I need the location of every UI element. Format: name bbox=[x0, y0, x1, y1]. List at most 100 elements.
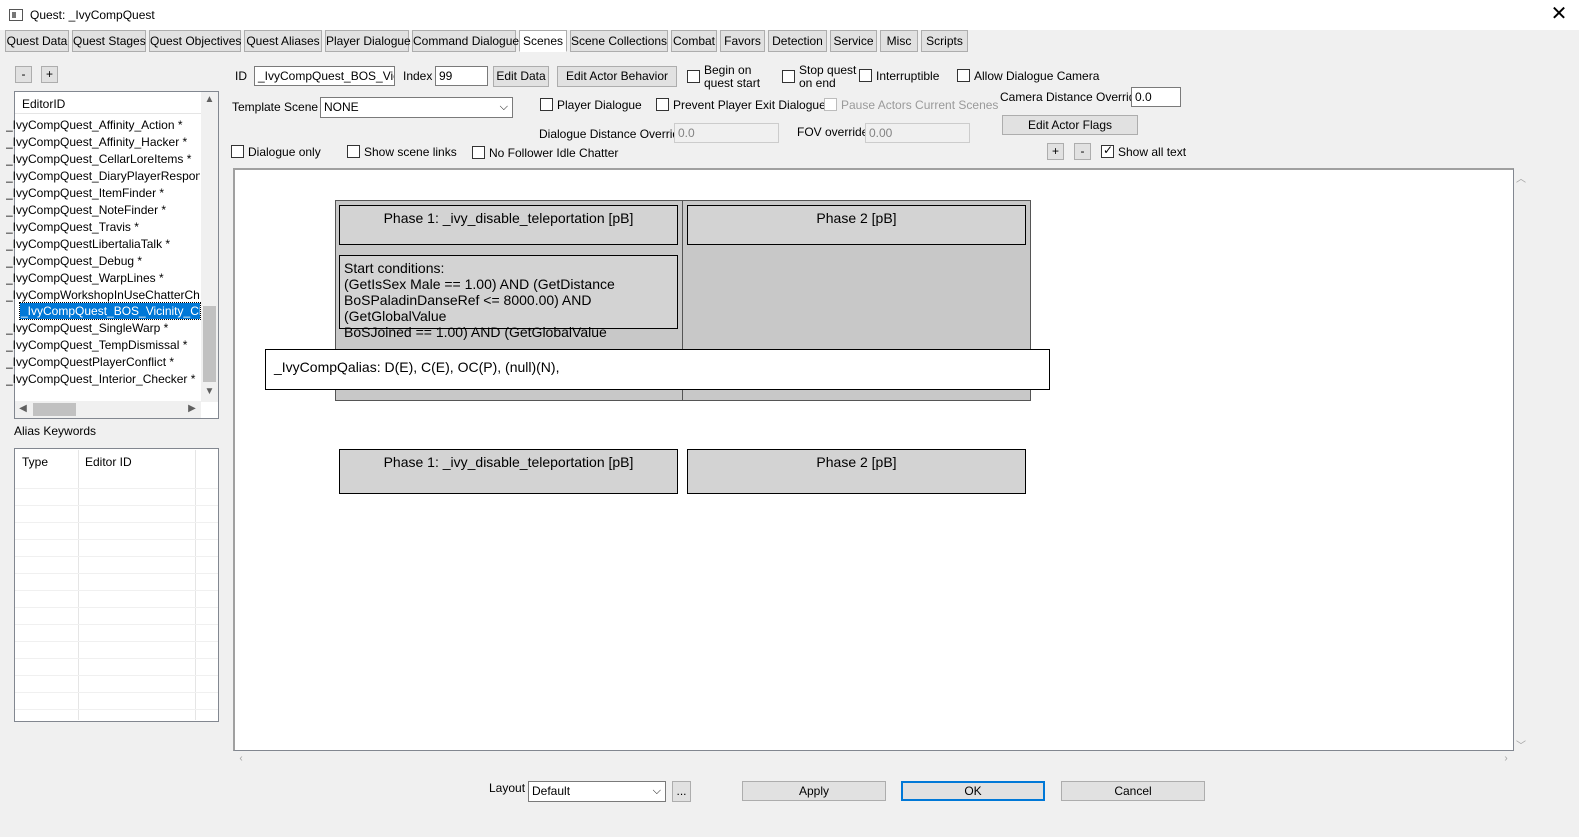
show-all-text-checkbox[interactable] bbox=[1101, 143, 1114, 158]
list-item[interactable]: _IvyCompQuest_CellarLoreItems * bbox=[6, 151, 200, 167]
list-item[interactable]: _IvyCompQuest_TempDismissal * bbox=[6, 337, 200, 353]
canvas-scroll-down-icon[interactable]: ﹀ bbox=[1515, 737, 1527, 752]
dialogue-only-checkbox[interactable] bbox=[231, 145, 244, 158]
layout-label: Layout bbox=[489, 781, 526, 795]
template-scene-label: Template Scene bbox=[232, 100, 319, 114]
camera-distance-input[interactable]: 0.0 bbox=[1131, 87, 1181, 107]
title-bar bbox=[0, 0, 1579, 30]
camera-distance-label: Camera Distance Override bbox=[1000, 90, 1143, 104]
list-item[interactable]: _IvyCompQuest_Debug * bbox=[6, 253, 200, 269]
add-scene-button[interactable]: + bbox=[41, 66, 58, 83]
list-item[interactable]: _IvyCompQuest_Interior_Checker * bbox=[6, 371, 200, 387]
tab-quest-aliases[interactable]: Quest Aliases bbox=[244, 30, 322, 52]
tab-scene-collections[interactable]: Scene Collections bbox=[570, 30, 668, 52]
list-vertical-scroll-thumb[interactable] bbox=[203, 306, 216, 382]
tab-scripts[interactable]: Scripts bbox=[921, 30, 968, 52]
template-scene-select[interactable]: NONE ⌵ bbox=[320, 97, 513, 118]
remove-scene-button[interactable]: - bbox=[15, 66, 32, 83]
column-header-type[interactable]: Type bbox=[22, 455, 48, 469]
stop-quest-on-end-checkbox[interactable] bbox=[782, 70, 795, 83]
no-follower-idle-label: No Follower Idle Chatter bbox=[489, 146, 619, 160]
tab-command-dialogue[interactable]: Command Dialogue bbox=[412, 30, 519, 52]
edit-data-button[interactable]: Edit Data bbox=[493, 66, 549, 87]
canvas-scroll-left-icon[interactable]: ‹ bbox=[235, 753, 247, 764]
list-item[interactable]: _IvyCompQuest_SingleWarp * bbox=[6, 320, 200, 336]
tab-detection[interactable]: Detection bbox=[768, 30, 827, 52]
show-all-text-label: Show all text bbox=[1118, 145, 1187, 159]
alias-popup: _IvyCompQalias: D(E), C(E), OC(P), (null… bbox=[265, 349, 1050, 390]
layout-select[interactable]: Default ⌵ bbox=[528, 781, 666, 802]
begin-on-quest-start-label: Begin on quest start bbox=[704, 63, 761, 90]
canvas-scroll-right-icon[interactable]: › bbox=[1500, 753, 1512, 764]
start-conditions-line: BoSJoined == 1.00) AND (GetGlobalValue bbox=[344, 324, 607, 340]
window-title: Quest: _IvyCompQuest bbox=[30, 8, 155, 22]
close-icon[interactable]: ✕ bbox=[1548, 3, 1570, 25]
scroll-right-icon[interactable]: ▶ bbox=[186, 403, 198, 414]
scroll-down-icon[interactable]: ▼ bbox=[201, 386, 218, 397]
no-follower-idle-checkbox[interactable] bbox=[472, 146, 485, 159]
edit-actor-flags-button[interactable]: Edit Actor Flags bbox=[1002, 115, 1138, 135]
tab-quest-stages[interactable]: Quest Stages bbox=[72, 30, 146, 52]
prevent-player-exit-checkbox[interactable] bbox=[656, 98, 669, 111]
column-header-editor-id[interactable]: Editor ID bbox=[85, 455, 132, 469]
phase-2-header-lower[interactable]: Phase 2 [pB] bbox=[687, 449, 1026, 494]
edit-actor-behavior-button[interactable]: Edit Actor Behavior bbox=[557, 66, 677, 87]
tab-combat[interactable]: Combat bbox=[671, 30, 717, 52]
template-scene-value: NONE bbox=[324, 100, 359, 114]
stop-quest-on-end-label: Stop quest on end bbox=[799, 63, 857, 90]
phase-1-header-lower[interactable]: Phase 1: _ivy_disable_teleportation [pB] bbox=[339, 449, 678, 494]
list-item[interactable]: _IvyCompQuest_DiaryPlayerResponse bbox=[6, 168, 200, 184]
tab-misc[interactable]: Misc bbox=[880, 30, 918, 52]
list-item[interactable]: _IvyCompQuest_NoteFinder * bbox=[6, 202, 200, 218]
tab-favors[interactable]: Favors bbox=[720, 30, 765, 52]
interruptible-checkbox[interactable] bbox=[859, 69, 872, 82]
dialogue-only-label: Dialogue only bbox=[248, 145, 321, 159]
dialogue-distance-input[interactable]: 0.0 bbox=[674, 123, 779, 143]
tab-scenes[interactable]: Scenes bbox=[519, 30, 567, 52]
cancel-button[interactable]: Cancel bbox=[1061, 781, 1205, 801]
id-input[interactable]: _IvyCompQuest_BOS_Vicinity_Check bbox=[254, 66, 395, 86]
begin-on-quest-start-checkbox[interactable] bbox=[687, 70, 700, 83]
phase-1-header[interactable]: Phase 1: _ivy_disable_teleportation [pB] bbox=[339, 205, 678, 245]
list-item[interactable]: _IvyCompQuest_Affinity_Action * bbox=[6, 117, 200, 133]
list-item[interactable]: _IvyCompQuest_Affinity_Hacker * bbox=[6, 134, 200, 150]
tab-quest-objectives[interactable]: Quest Objectives bbox=[149, 30, 241, 52]
id-label: ID bbox=[235, 69, 247, 83]
list-item-selected[interactable]: _IvyCompQuest_BOS_Vicinity_Check bbox=[19, 302, 201, 320]
list-item[interactable]: _IvyCompQuest_WarpLines * bbox=[6, 270, 200, 286]
list-item[interactable]: _IvyCompWorkshopInUseChatterChec bbox=[6, 287, 200, 303]
scroll-up-icon[interactable]: ▲ bbox=[201, 94, 218, 105]
zoom-out-button[interactable]: - bbox=[1074, 143, 1091, 160]
phase-2-header[interactable]: Phase 2 [pB] bbox=[687, 205, 1026, 245]
start-conditions-line: Start conditions: bbox=[344, 260, 445, 276]
apply-button[interactable]: Apply bbox=[742, 781, 886, 801]
ok-button[interactable]: OK bbox=[901, 781, 1045, 801]
layout-value: Default bbox=[532, 784, 571, 798]
list-item[interactable]: _IvyCompQuest_Travis * bbox=[6, 219, 200, 235]
zoom-in-button[interactable]: + bbox=[1047, 143, 1064, 160]
tab-player-dialogue[interactable]: Player Dialogue bbox=[325, 30, 411, 52]
pause-actors-checkbox[interactable] bbox=[824, 98, 837, 111]
list-item[interactable]: _IvyCompQuestPlayerConflict * bbox=[6, 354, 200, 370]
index-input[interactable]: 99 bbox=[435, 66, 488, 86]
allow-dialogue-camera-checkbox[interactable] bbox=[957, 69, 970, 82]
fov-override-input[interactable]: 0.00 bbox=[865, 123, 970, 143]
list-item[interactable]: _IvyCompQuest_ItemFinder * bbox=[6, 185, 200, 201]
list-item[interactable]: _IvyCompQuestLibertaliaTalk * bbox=[6, 236, 200, 252]
start-conditions-line: BoSPaladinDanseRef <= 8000.00) AND (GetG… bbox=[344, 292, 592, 324]
list-header-editorid[interactable]: EditorID bbox=[22, 97, 65, 111]
dialogue-distance-label: Dialogue Distance Override bbox=[539, 127, 686, 141]
player-dialogue-checkbox[interactable] bbox=[540, 98, 553, 111]
interruptible-label: Interruptible bbox=[876, 69, 940, 83]
layout-options-button[interactable]: ... bbox=[672, 781, 691, 802]
canvas-scroll-up-icon[interactable]: ︿ bbox=[1515, 170, 1527, 185]
list-header-divider bbox=[15, 113, 202, 114]
tab-service[interactable]: Service bbox=[830, 30, 877, 52]
chevron-down-icon: ⌵ bbox=[652, 785, 661, 797]
scroll-left-icon[interactable]: ◀ bbox=[17, 403, 29, 414]
start-conditions-line: (GetIsSex Male == 1.00) AND (GetDistance bbox=[344, 276, 615, 292]
tab-quest-data[interactable]: Quest Data bbox=[5, 30, 69, 52]
show-scene-links-checkbox[interactable] bbox=[347, 145, 360, 158]
start-conditions-box[interactable]: Start conditions: (GetIsSex Male == 1.00… bbox=[339, 255, 678, 340]
list-horizontal-scroll-thumb[interactable] bbox=[33, 403, 76, 416]
